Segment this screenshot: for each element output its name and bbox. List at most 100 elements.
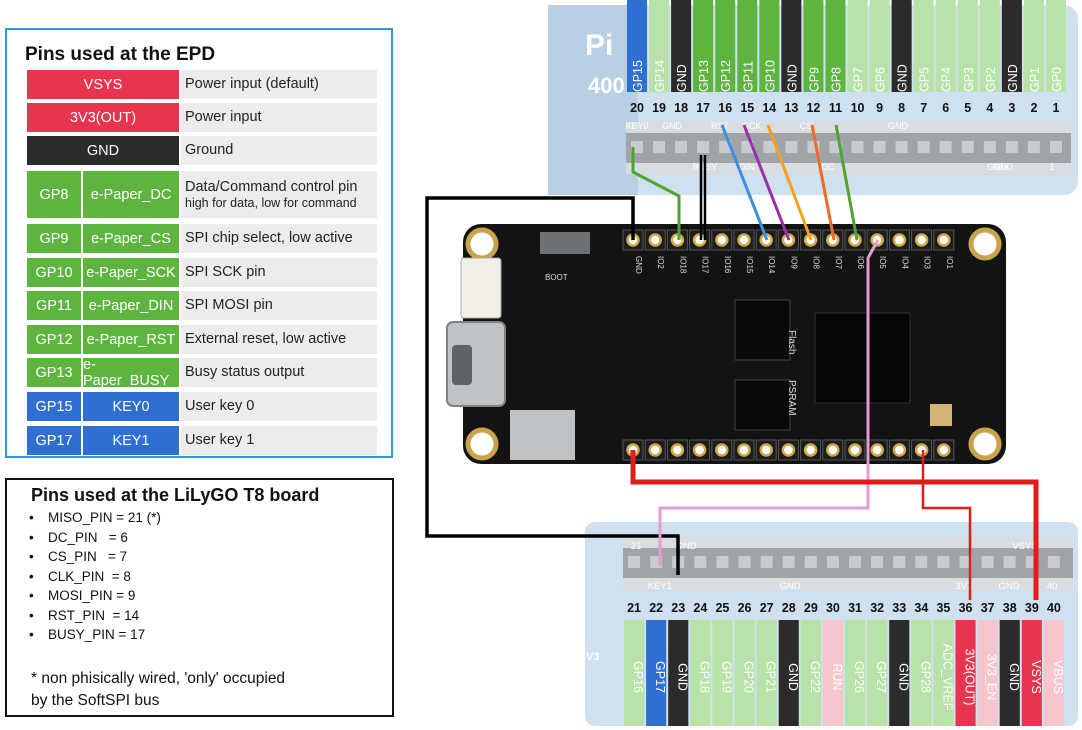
flash-chip	[734, 299, 791, 361]
pico-top-pin-number: 4	[986, 101, 993, 115]
t8-top-pin-label: IO16	[723, 256, 732, 274]
pico-bottom-pin-label: RUN	[830, 663, 844, 690]
pico-top-silk-label: 1	[1049, 162, 1054, 172]
pico-top-header-pin	[675, 141, 688, 153]
pico-bottom-header-pin	[981, 556, 994, 568]
psram-chip	[734, 379, 791, 431]
pico-top-pin-label: GP14	[653, 60, 667, 92]
t8-top-pin-label: IO3	[923, 256, 932, 269]
pico-bottom-header-pin	[871, 556, 884, 568]
pico-bottom-header-pin	[738, 556, 751, 568]
t8-top-pin	[692, 233, 707, 247]
pico-top-header-pin	[1005, 141, 1018, 153]
pico-bottom-pin-label: GND	[1007, 663, 1021, 691]
t8-top-pin	[648, 233, 662, 247]
t8-top-pin	[715, 233, 729, 247]
pico-top-silk-label: GND	[662, 121, 683, 131]
pico-bottom-pin-number: 21	[627, 601, 641, 615]
t8-top-pin	[737, 233, 751, 247]
pico-top-pin-label: GP1	[1028, 67, 1042, 92]
pico-top-pin-number: 5	[964, 101, 971, 115]
pico-top-pin-number: 13	[784, 101, 798, 115]
pico-bottom-header-pin	[915, 556, 928, 568]
pico-bottom-pin-label: GND	[786, 663, 800, 691]
pico-bottom-pin-label: VBUS	[1051, 660, 1065, 694]
t8-silk-label: Flash	[786, 330, 797, 354]
pico-bottom-pin-number: 30	[826, 601, 840, 615]
pico-top-pin-label: GP0	[1050, 67, 1064, 92]
pico-top-pin-label: GP9	[807, 67, 821, 92]
pico-top-pin-label: GP12	[719, 60, 733, 92]
t8-top-pin-label: IO14	[767, 256, 776, 274]
pico-top-pin-label: GND	[675, 64, 689, 92]
power-switch	[540, 232, 590, 254]
pico-bottom-pin-label: GP17	[653, 661, 667, 693]
t8-bottom-pin	[892, 443, 907, 457]
pico-bottom-pin-label: GP18	[697, 661, 711, 693]
pico-top-header-pin	[697, 141, 710, 153]
pico-bottom-silk-label: 40	[1047, 581, 1058, 592]
pico-top-pin-label: GND	[896, 64, 910, 92]
pico-bottom-header-pin	[1047, 556, 1060, 568]
t8-bottom-pin	[648, 443, 662, 457]
pico-bottom-header-pin	[937, 556, 950, 568]
t8-bottom-pin	[781, 443, 796, 457]
pico-bottom-pin-label: GP21	[764, 661, 778, 693]
t8-silk-label: BOOT	[545, 273, 568, 282]
pico-bottom-pin-number: 40	[1047, 601, 1061, 615]
t8-top-pin-label: GND	[634, 256, 643, 274]
pico-bottom-pin-number: 38	[1003, 601, 1017, 615]
sd-card-slot	[510, 410, 575, 460]
t8-bottom-pin	[803, 443, 818, 457]
pico-top-header-pin	[961, 141, 974, 153]
pico-top-silk-label: DC	[822, 162, 835, 172]
pico-bottom-header-pin	[782, 556, 795, 568]
pico-top-header-pin	[785, 141, 798, 153]
pico-bottom-pin-number: 37	[981, 601, 995, 615]
pico-bottom-pin-number: 28	[782, 601, 796, 615]
pico-top-pin-label: GP11	[741, 61, 755, 92]
t8-top-pin-label: IO9	[789, 256, 798, 269]
t8-bottom-pin	[870, 443, 884, 457]
pico-bottom-silk-label: 21	[631, 541, 642, 552]
pico-bottom-header-pin	[893, 556, 906, 568]
pico-top-pin-number: 8	[898, 101, 905, 115]
pico-top-pin-label: GP4	[940, 67, 954, 92]
pico-top-pin-number: 19	[652, 101, 666, 115]
pico-top-pin-label: GP13	[697, 60, 711, 92]
pico-bottom-pin-number: 25	[715, 601, 729, 615]
pico-top-pin-number: 10	[851, 101, 865, 115]
pico-top-pin-number: 11	[829, 101, 842, 115]
t8-top-pin-label: IO8	[812, 256, 821, 269]
pico-top-pin-number: 6	[942, 101, 949, 115]
pico-top-pin-label: GND	[1006, 64, 1020, 92]
pico-bottom-pin-number: 29	[804, 601, 818, 615]
pico-bottom-pin-label: ADC_VREF	[940, 644, 954, 711]
pico-bottom-pin-label: GP22	[808, 661, 822, 693]
pico-bottom-pin-number: 34	[914, 601, 928, 615]
pico-top-pin-label: GP7	[852, 67, 866, 92]
pico-bottom-pin-label: GP16	[631, 661, 645, 693]
pico-bottom-pin-label: GP20	[742, 661, 756, 693]
t8-top-pin-label: IO18	[678, 256, 687, 274]
antenna-connector	[930, 404, 952, 426]
battery-connector	[460, 257, 502, 319]
pico-top-pin-label: GP5	[918, 67, 932, 92]
t8-mount-hole	[465, 427, 499, 461]
pico-bottom-header-pin	[826, 556, 839, 568]
pico-bottom-silk-label: KEY1	[648, 581, 672, 592]
t8-top-pin-label: IO4	[900, 256, 909, 269]
pico-bottom-pin-number: 31	[848, 601, 862, 615]
esp32-chip	[814, 312, 911, 404]
pico-bottom-pin-label: GND	[896, 663, 910, 691]
pico-bottom-pin-label: GP26	[852, 661, 866, 693]
pico-top-header-pin	[851, 141, 864, 153]
pico-top-pin-number: 1	[1052, 101, 1059, 115]
pico-bottom-header-pin	[694, 556, 707, 568]
pico-top-pin-number: 20	[630, 101, 644, 115]
pico-bottom-header-pin	[628, 556, 640, 568]
pico-top-pin-label: GP8	[829, 67, 843, 92]
pico-top-pin-number: 12	[806, 101, 820, 115]
pico-top-pin-label: GP6	[874, 67, 888, 92]
t8-top-pin-label: IO15	[745, 256, 754, 274]
